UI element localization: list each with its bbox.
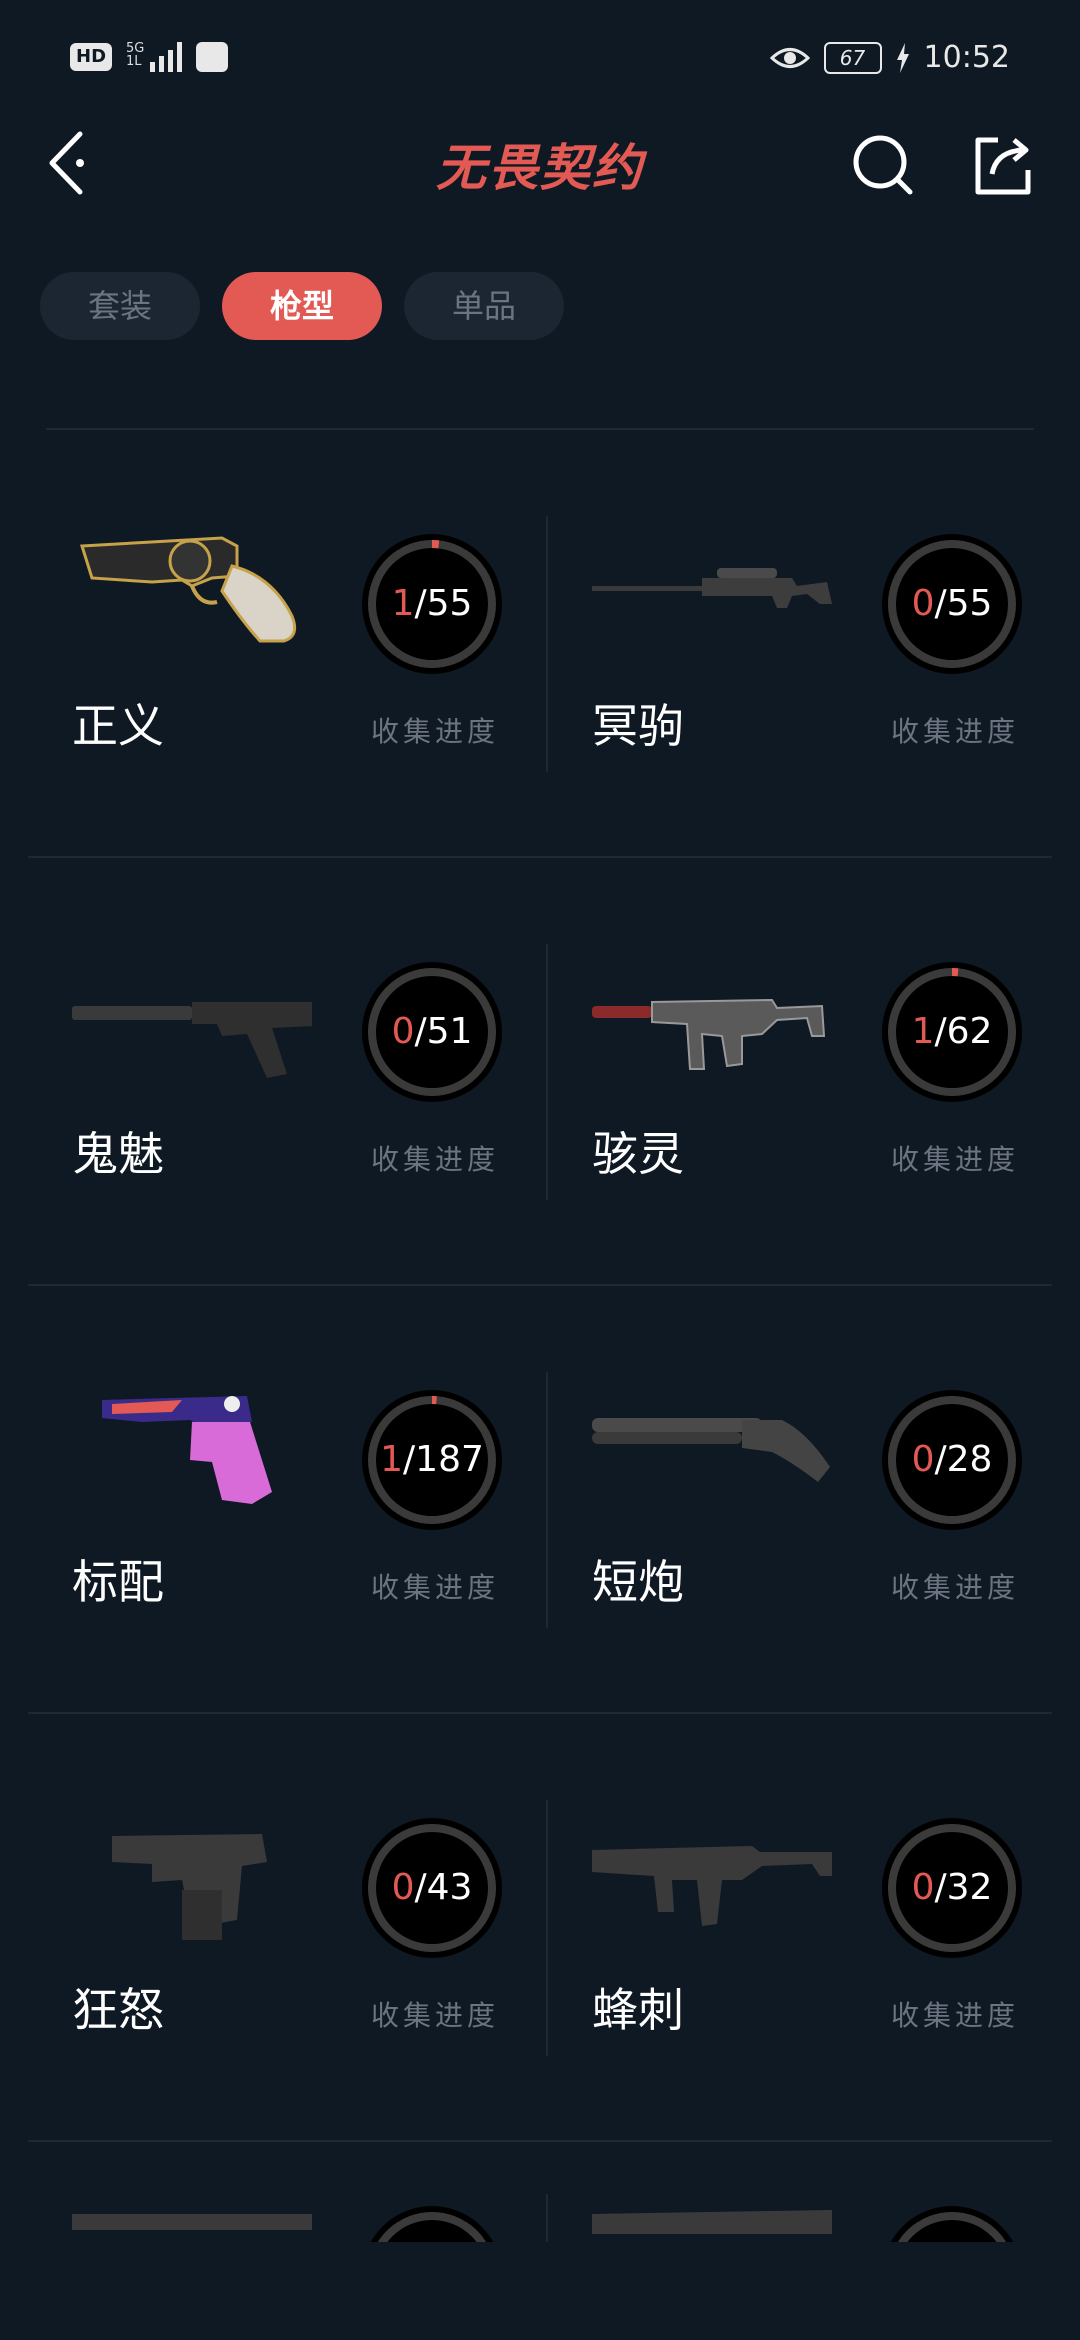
progress-count: 0/28 [911, 1439, 993, 1480]
smg-skin-icon [592, 998, 826, 1070]
progress-label: 收集进度 [371, 1999, 500, 2032]
progress-count: 0/32 [911, 1867, 993, 1908]
rifle-icon [72, 2214, 312, 2230]
weapon-card-frenzy[interactable]: 狂怒 0/43 收集进度 [28, 1714, 540, 2140]
smg-icon [592, 1846, 832, 1926]
weapon-name: 标配 [72, 1555, 164, 1609]
weapon-name: 蜂刺 [592, 1983, 684, 2037]
grid-row: 狂怒 0/43 收集进度 蜂刺 0/32 收集进度 [28, 1714, 1052, 2142]
progress-count: 0/55 [911, 583, 993, 624]
weapon-name: 正义 [72, 699, 164, 753]
pistol-skin-icon [102, 1396, 272, 1504]
progress-count: 1/55 [391, 583, 473, 624]
machine-pistol-icon [112, 1834, 267, 1940]
weapon-name: 冥驹 [592, 699, 684, 753]
weapon-card-stinger[interactable]: 蜂刺 0/32 收集进度 [548, 1714, 1060, 2140]
rifle-icon [592, 2210, 832, 2234]
tab-weapon-types[interactable]: 枪型 [222, 272, 382, 340]
silenced-pistol-icon [72, 1002, 312, 1078]
grid-row: 标配 1/187 收集进度 短炮 0/28 收集进度 [28, 1286, 1052, 1714]
share-icon[interactable] [968, 130, 1038, 200]
weapon-card-ghost[interactable]: 鬼魅 0/51 收集进度 [28, 858, 540, 1284]
battery-icon: 67 [823, 41, 882, 74]
hd-icon: HD [70, 43, 113, 71]
app-header: 无畏契约 [0, 110, 1080, 220]
charging-icon [896, 42, 909, 73]
progress-label: 收集进度 [891, 1143, 1020, 1176]
grid-row: 正义 1/55 收集进度 冥驹 0/55 收集进度 [28, 430, 1052, 858]
grid-row-partial [28, 2142, 1052, 2242]
tab-items[interactable]: 单品 [404, 272, 564, 340]
grid-row: 鬼魅 0/51 收集进度 骇灵 1/62 收集进度 [28, 858, 1052, 1286]
eye-icon [769, 47, 810, 68]
progress-label: 收集进度 [891, 1571, 1020, 1604]
search-icon[interactable] [848, 130, 918, 200]
weapon-grid: 正义 1/55 收集进度 冥驹 0/55 收集进度 鬼魅 0/51 收集进度 骇… [28, 430, 1052, 2242]
signal-icon: 5G 1L [126, 42, 183, 72]
progress-count: 1/187 [380, 1439, 484, 1480]
weapon-card-spectre[interactable]: 骇灵 1/62 收集进度 [548, 858, 1060, 1284]
progress-ring [370, 2206, 494, 2242]
clock: 10:52 [923, 40, 1010, 75]
progress-count: 0/43 [391, 1867, 473, 1908]
shopping-bag-icon [196, 42, 229, 72]
weapon-name: 鬼魅 [72, 1127, 164, 1181]
progress-label: 收集进度 [891, 1999, 1020, 2032]
revolver-skin-icon [79, 536, 297, 643]
progress-label: 收集进度 [371, 1143, 500, 1176]
weapon-card-partial[interactable] [28, 2142, 540, 2242]
progress-ring [890, 2206, 1014, 2242]
sniper-rifle-icon [592, 568, 832, 608]
sawed-off-shotgun-icon [592, 1418, 830, 1482]
progress-label: 收集进度 [371, 1571, 500, 1604]
progress-count: 0/51 [391, 1011, 473, 1052]
category-tabs: 套装 枪型 单品 [40, 272, 564, 340]
weapon-card-classic[interactable]: 标配 1/187 收集进度 [28, 1286, 540, 1712]
progress-label: 收集进度 [371, 715, 500, 748]
progress-label: 收集进度 [891, 715, 1020, 748]
status-bar: HD 5G 1L 67 10:52 [0, 0, 1080, 120]
weapon-card-partial[interactable] [548, 2142, 1052, 2242]
progress-count: 1/62 [911, 1011, 993, 1052]
weapon-name: 骇灵 [592, 1127, 684, 1181]
weapon-card-operator[interactable]: 冥驹 0/55 收集进度 [548, 430, 1060, 856]
weapon-card-sheriff[interactable]: 正义 1/55 收集进度 [28, 430, 540, 856]
page-title: 无畏契约 [436, 139, 644, 197]
weapon-card-shorty[interactable]: 短炮 0/28 收集进度 [548, 1286, 1060, 1712]
weapon-name: 狂怒 [72, 1983, 164, 2037]
tab-bundles[interactable]: 套装 [40, 272, 200, 340]
weapon-name: 短炮 [592, 1555, 684, 1609]
